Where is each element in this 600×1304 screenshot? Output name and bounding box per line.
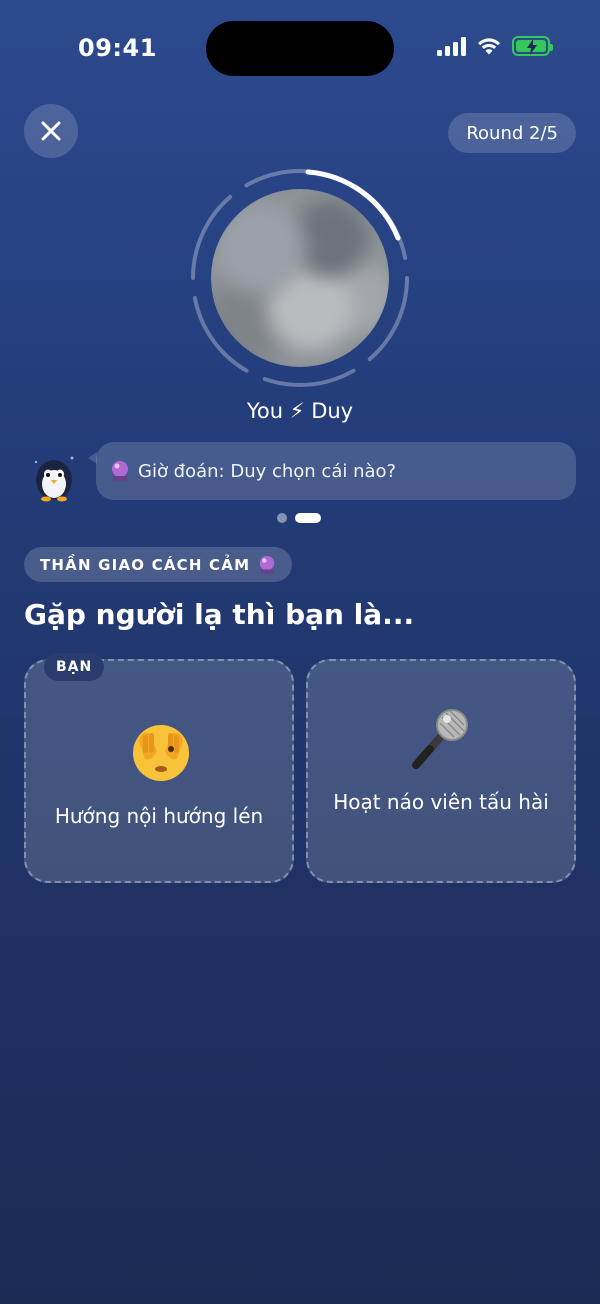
dynamic-island [206,21,394,76]
your-choice-tag: BẠN [44,653,105,681]
hint-text: Giờ đoán: Duy chọn cái nào? [138,460,397,482]
crystal-ball-icon [260,555,275,574]
crystal-ball-icon [112,461,128,481]
match-label: You ⚡ Duy [0,399,600,423]
penguin-mascot-icon [34,456,74,502]
see-no-evil-face-icon [133,725,189,781]
question-title: Gặp người lạ thì bạn là... [24,598,415,631]
option-2-text: Hoạt náo viên tấu hài [333,790,549,814]
close-button[interactable] [24,104,78,158]
cellular-signal-icon [437,36,466,56]
battery-icon [512,36,553,56]
category-label: THẦN GIAO CÁCH CẢM [40,555,251,574]
round-label: Round 2/5 [466,122,558,144]
page-dot-active [295,513,321,523]
partner-name: Duy [311,399,354,423]
close-icon [41,121,61,141]
lightning-icon: ⚡ [289,399,305,423]
option-card-1[interactable]: BẠN Hướng nội hướng lén [24,653,294,883]
page-dot [277,513,287,523]
hint-bubble: Giờ đoán: Duy chọn cái nào? [88,442,576,500]
status-icons [437,36,553,56]
wifi-icon [478,38,500,55]
status-bar: 09:41 [0,0,600,96]
microphone-icon [412,709,468,769]
option-card-2[interactable]: Hoạt náo viên tấu hài [306,659,576,883]
partner-avatar-container [190,168,410,388]
round-indicator: Round 2/5 [448,113,576,153]
category-chip: THẦN GIAO CÁCH CẢM [24,547,293,582]
avatar [211,189,389,367]
page-indicator [277,513,321,523]
option-1-text: Hướng nội hướng lén [54,804,264,828]
you-name: You [246,399,284,423]
status-time: 09:41 [78,34,157,62]
